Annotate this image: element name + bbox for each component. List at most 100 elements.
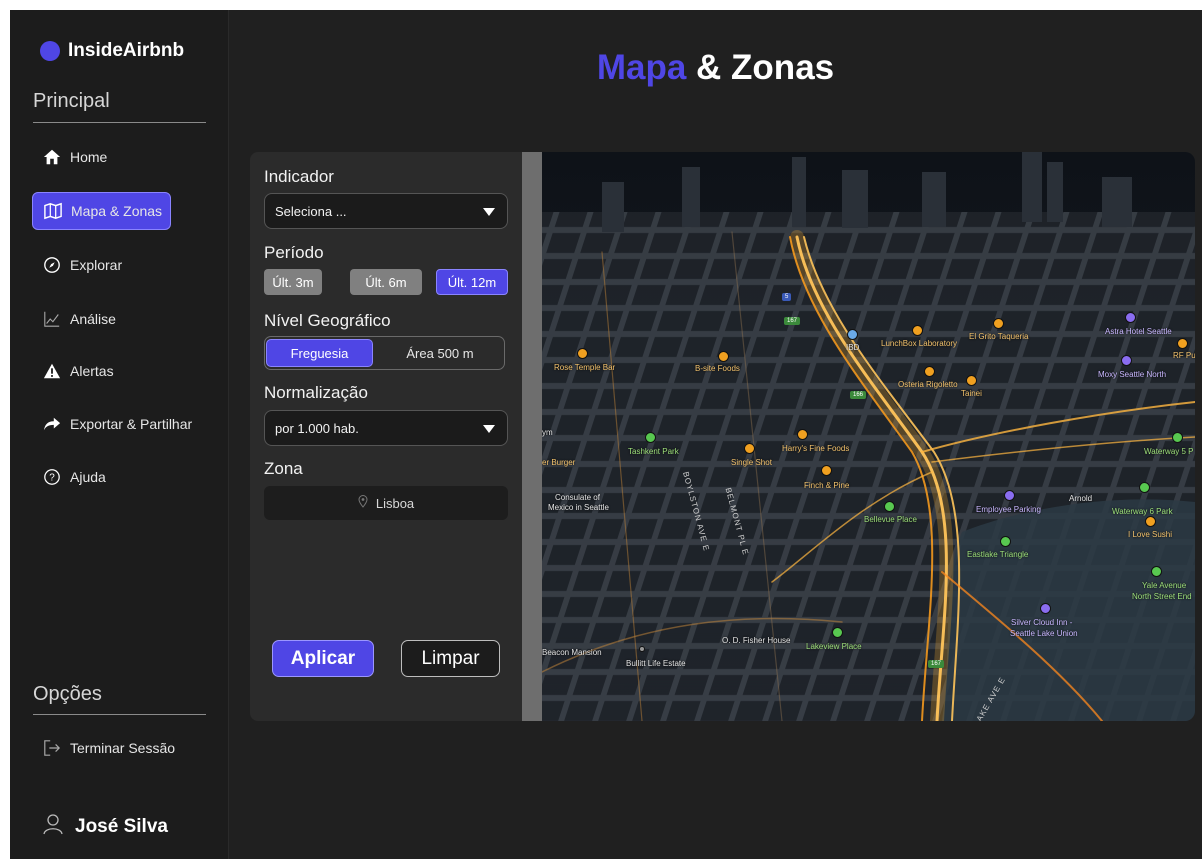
location-pin-icon bbox=[358, 495, 368, 511]
geo-level-toggle: Freguesia Área 500 m bbox=[264, 336, 505, 370]
section-divider bbox=[33, 122, 206, 123]
home-icon bbox=[42, 147, 62, 167]
map-label: Harry's Fine Foods bbox=[782, 444, 850, 453]
logout-button[interactable]: Terminar Sessão bbox=[32, 729, 192, 767]
map-label: Waterway 6 Park bbox=[1112, 507, 1173, 516]
map-label: Tashkent Park bbox=[628, 447, 679, 456]
app-window: InsideAirbnb Principal Home Mapa & Zonas… bbox=[10, 10, 1202, 859]
period-option-3m[interactable]: Últ. 3m bbox=[264, 269, 322, 295]
sidebar-item-label: Home bbox=[70, 149, 108, 165]
poi-marker[interactable] bbox=[645, 432, 656, 443]
map-label: Employee Parking bbox=[976, 505, 1041, 514]
poi-marker[interactable] bbox=[912, 325, 923, 336]
route-shield: 5 bbox=[782, 293, 792, 301]
sidebar-item-home[interactable]: Home bbox=[32, 138, 172, 176]
map-label: Consulate of bbox=[555, 493, 600, 502]
map-label: Bellevue Place bbox=[864, 515, 917, 524]
map-label: Waterway 5 P bbox=[1144, 447, 1194, 456]
poi-marker[interactable] bbox=[1004, 490, 1015, 501]
poi-marker[interactable] bbox=[1177, 338, 1188, 349]
sidebar-item-ajuda[interactable]: ? Ajuda bbox=[32, 458, 172, 496]
user-profile[interactable]: José Silva bbox=[43, 813, 168, 840]
logout-icon bbox=[42, 738, 62, 758]
user-icon bbox=[43, 813, 63, 840]
poi-marker[interactable] bbox=[1172, 432, 1183, 443]
poi-marker[interactable] bbox=[993, 318, 1004, 329]
brand[interactable]: InsideAirbnb bbox=[40, 40, 184, 62]
map-label: Bullitt Life Estate bbox=[626, 659, 686, 668]
page-title: Mapa & Zonas bbox=[229, 48, 1202, 88]
sidebar-item-alertas[interactable]: Alertas bbox=[32, 352, 172, 390]
map-label: El Grito Taqueria bbox=[969, 332, 1029, 341]
chart-icon bbox=[42, 309, 62, 329]
poi-marker[interactable] bbox=[1151, 566, 1162, 577]
poi-marker[interactable] bbox=[797, 429, 808, 440]
indicator-label: Indicador bbox=[264, 167, 334, 186]
map-label: Finch & Pine bbox=[804, 481, 850, 490]
map-view[interactable]: Rose Temple Bar B-site Foods LunchBox La… bbox=[542, 152, 1195, 721]
sidebar-item-explorar[interactable]: Explorar bbox=[32, 246, 172, 284]
sidebar-item-label: Alertas bbox=[70, 363, 114, 379]
poi-marker[interactable] bbox=[1040, 603, 1051, 614]
sidebar-item-exportar[interactable]: Exportar & Partilhar bbox=[32, 405, 212, 443]
poi-marker[interactable] bbox=[1121, 355, 1132, 366]
map-label: North Street End bbox=[1132, 592, 1192, 601]
period-option-6m[interactable]: Últ. 6m bbox=[350, 269, 422, 295]
poi-marker[interactable] bbox=[1145, 516, 1156, 527]
page-title-accent: Mapa bbox=[596, 48, 687, 87]
brand-logo-icon bbox=[40, 41, 60, 61]
clear-button[interactable]: Limpar bbox=[401, 640, 500, 677]
poi-marker[interactable] bbox=[924, 366, 935, 377]
map-label: Rose Temple Bar bbox=[554, 363, 616, 372]
section-divider bbox=[33, 714, 206, 715]
map-label: ym bbox=[542, 428, 553, 437]
poi-marker[interactable] bbox=[1125, 312, 1136, 323]
map-label: IBD bbox=[846, 343, 860, 352]
map-label: Eastlake Triangle bbox=[967, 550, 1029, 559]
map-label: Beacon Mansion bbox=[542, 648, 602, 657]
sidebar-item-analise[interactable]: Análise bbox=[32, 300, 172, 338]
geo-level-option-area[interactable]: Área 500 m bbox=[377, 339, 503, 367]
map-label: Seattle Lake Union bbox=[1010, 629, 1078, 638]
route-shield: 167 bbox=[928, 660, 945, 668]
poi-marker[interactable] bbox=[639, 646, 645, 652]
indicator-value: Seleciona ... bbox=[275, 203, 347, 219]
sidebar-item-label: Explorar bbox=[70, 257, 123, 273]
map-label: LunchBox Laboratory bbox=[881, 339, 958, 348]
sidebar-item-label: Ajuda bbox=[70, 469, 106, 485]
map-label: Tainei bbox=[961, 389, 982, 398]
map-label: Astra Hotel Seattle bbox=[1105, 327, 1172, 336]
map-canvas bbox=[542, 152, 1195, 721]
poi-marker[interactable] bbox=[884, 501, 895, 512]
logout-label: Terminar Sessão bbox=[70, 740, 176, 756]
chevron-down-icon bbox=[483, 208, 495, 216]
poi-marker[interactable] bbox=[1139, 482, 1150, 493]
help-icon: ? bbox=[42, 467, 62, 487]
normalization-value: por 1.000 hab. bbox=[275, 420, 359, 436]
warning-icon bbox=[42, 361, 62, 381]
poi-marker[interactable] bbox=[821, 465, 832, 476]
indicator-select[interactable]: Seleciona ... bbox=[264, 193, 508, 229]
poi-marker[interactable] bbox=[577, 348, 588, 359]
sidebar-item-mapa-zonas[interactable]: Mapa & Zonas bbox=[32, 192, 171, 230]
poi-marker[interactable] bbox=[744, 443, 755, 454]
poi-marker[interactable] bbox=[847, 329, 858, 340]
page-title-rest: & Zonas bbox=[686, 48, 835, 87]
poi-marker[interactable] bbox=[718, 351, 729, 362]
poi-marker[interactable] bbox=[832, 627, 843, 638]
poi-marker[interactable] bbox=[1000, 536, 1011, 547]
map-label: Arnold bbox=[1069, 494, 1093, 503]
compass-icon bbox=[42, 255, 62, 275]
brand-name: InsideAirbnb bbox=[68, 40, 185, 61]
normalization-select[interactable]: por 1.000 hab. bbox=[264, 410, 508, 446]
zone-field[interactable]: Lisboa bbox=[264, 486, 508, 520]
poi-marker[interactable] bbox=[966, 375, 977, 386]
user-name: José Silva bbox=[75, 815, 168, 837]
normalization-label: Normalização bbox=[264, 383, 368, 402]
apply-button[interactable]: Aplicar bbox=[272, 640, 374, 677]
panel-resize-handle[interactable] bbox=[522, 152, 542, 721]
geo-level-option-freguesia[interactable]: Freguesia bbox=[266, 339, 373, 367]
period-option-12m[interactable]: Últ. 12m bbox=[436, 269, 508, 295]
sidebar-item-label: Mapa & Zonas bbox=[71, 203, 163, 219]
sidebar: InsideAirbnb Principal Home Mapa & Zonas… bbox=[10, 10, 229, 859]
